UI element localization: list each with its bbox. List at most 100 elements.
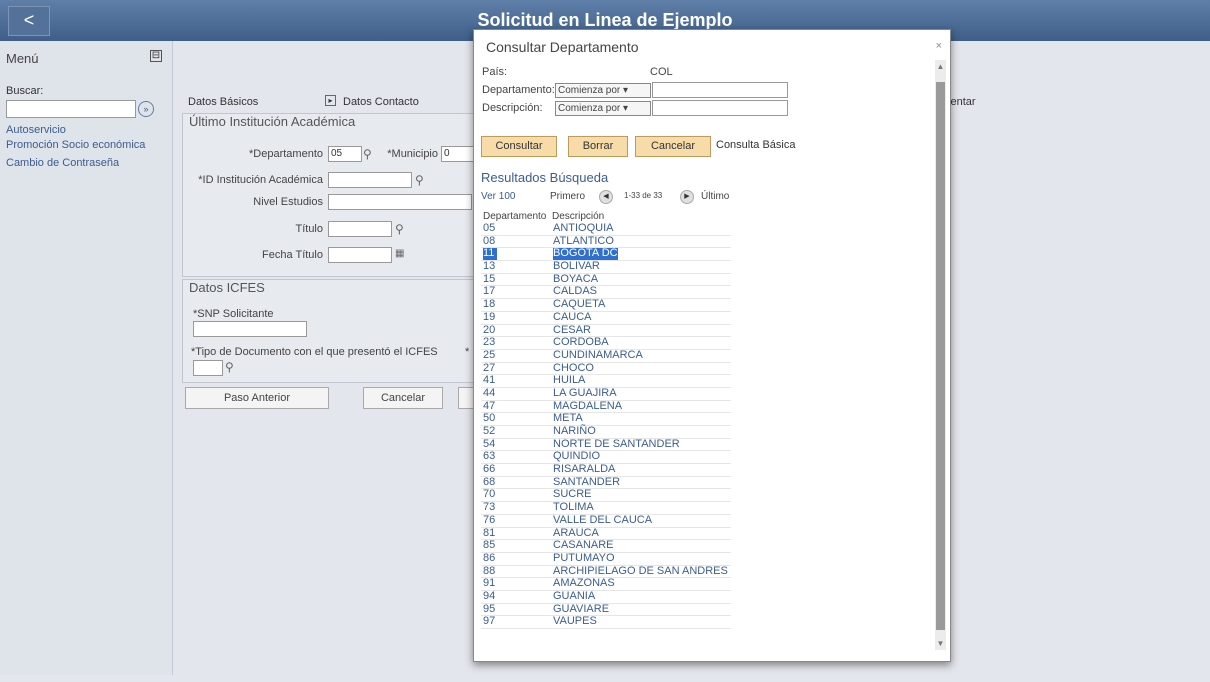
departamento-code[interactable]: 85: [483, 539, 533, 552]
table-row[interactable]: 13 BOLIVAR: [481, 260, 731, 274]
next-icon[interactable]: ▶: [680, 190, 694, 204]
departamento-code[interactable]: 50: [483, 413, 533, 425]
consulta-basica-link[interactable]: Consulta Básica: [716, 139, 796, 151]
scroll-down-icon[interactable]: ▼: [935, 639, 946, 648]
departamento-code[interactable]: 15: [483, 273, 533, 286]
departamento-name[interactable]: VAUPES: [553, 616, 597, 628]
table-row[interactable]: 70 SUCRE: [481, 489, 731, 503]
close-icon[interactable]: ×: [936, 40, 942, 52]
departamento-operator-select[interactable]: Comienza por ▾: [555, 83, 651, 98]
table-row[interactable]: 97 VAUPES: [481, 616, 731, 629]
departamento-name[interactable]: BOLIVAR: [553, 260, 600, 273]
table-row[interactable]: 27 CHOCO: [481, 362, 731, 376]
paso-anterior-button[interactable]: Paso Anterior: [185, 387, 329, 409]
dialog-scrollbar[interactable]: ▲ ▼: [935, 60, 946, 650]
departamento-code[interactable]: 81: [483, 527, 533, 540]
search-icon[interactable]: ⚲: [363, 147, 372, 161]
calendar-icon[interactable]: ▦: [395, 248, 404, 259]
tipo-documento-field[interactable]: [193, 360, 223, 376]
search-icon[interactable]: ⚲: [395, 222, 404, 236]
departamento-name[interactable]: BOYACA: [553, 273, 598, 286]
table-row[interactable]: 23 CORDOBA: [481, 336, 731, 350]
departamento-code[interactable]: 23: [483, 336, 533, 349]
departamento-name[interactable]: RISARALDA: [553, 463, 615, 476]
tab-datos-contacto[interactable]: Datos Contacto: [343, 96, 419, 108]
departamento-name[interactable]: CESAR: [553, 324, 591, 337]
table-row[interactable]: 54 NORTE DE SANTANDER: [481, 438, 731, 452]
departamento-name[interactable]: CUNDINAMARCA: [553, 349, 643, 362]
departamento-name[interactable]: CASANARE: [553, 539, 614, 552]
departamento-code[interactable]: 76: [483, 514, 533, 527]
departamento-name[interactable]: NORTE DE SANTANDER: [553, 438, 680, 451]
departamento-code[interactable]: 86: [483, 552, 533, 565]
departamento-name[interactable]: QUINDIO: [553, 451, 600, 463]
departamento-name[interactable]: CAUCA: [553, 311, 592, 324]
table-row[interactable]: 47 MAGDALENA: [481, 400, 731, 414]
nivel-field[interactable]: [328, 194, 472, 210]
departamento-code[interactable]: 54: [483, 438, 533, 451]
departamento-name[interactable]: SANTANDER: [553, 476, 620, 489]
cancelar-button[interactable]: Cancelar: [363, 387, 443, 409]
table-row[interactable]: 15 BOYACA: [481, 273, 731, 287]
departamento-code[interactable]: 70: [483, 489, 533, 501]
departamento-code[interactable]: 25: [483, 349, 533, 362]
departamento-code[interactable]: 95: [483, 603, 533, 616]
tab-arrow-icon[interactable]: ▸: [325, 95, 336, 106]
institucion-field[interactable]: [328, 172, 412, 188]
departamento-code[interactable]: 94: [483, 590, 533, 603]
departamento-code[interactable]: 11: [483, 248, 497, 261]
table-row[interactable]: 52 NARIÑO: [481, 425, 731, 439]
departamento-name[interactable]: META: [553, 413, 583, 425]
table-row[interactable]: 66 RISARALDA: [481, 463, 731, 477]
scroll-up-icon[interactable]: ▲: [935, 62, 946, 71]
titulo-field[interactable]: [328, 221, 392, 237]
departamento-code[interactable]: 08: [483, 235, 533, 248]
ver-100-link[interactable]: Ver 100: [481, 191, 515, 202]
prev-icon[interactable]: ◀: [599, 190, 613, 204]
descripcion-operator-select[interactable]: Comienza por ▾: [555, 101, 651, 116]
departamento-name[interactable]: GUANIA: [553, 590, 595, 603]
departamento-code[interactable]: 27: [483, 362, 533, 375]
cancelar-dialog-button[interactable]: Cancelar: [635, 136, 711, 157]
departamento-name[interactable]: CORDOBA: [553, 336, 609, 349]
table-row[interactable]: 76 VALLE DEL CAUCA: [481, 514, 731, 528]
departamento-code[interactable]: 97: [483, 616, 533, 628]
departamento-name[interactable]: ATLANTICO: [553, 235, 614, 248]
departamento-name[interactable]: CHOCO: [553, 362, 594, 375]
table-row[interactable]: 73 TOLIMA: [481, 501, 731, 515]
departamento-search-field[interactable]: [652, 82, 788, 98]
departamento-field[interactable]: 05: [328, 146, 362, 162]
departamento-code[interactable]: 13: [483, 260, 533, 273]
departamento-code[interactable]: 73: [483, 501, 533, 514]
departamento-name[interactable]: CALDAS: [553, 286, 597, 298]
departamento-name[interactable]: HUILA: [553, 375, 585, 387]
table-row[interactable]: 68 SANTANDER: [481, 476, 731, 490]
departamento-name[interactable]: ARCHIPIELAGO DE SAN ANDRES: [553, 565, 728, 578]
departamento-name[interactable]: ANTIOQUIA: [553, 222, 614, 235]
consultar-button[interactable]: Consultar: [481, 136, 557, 157]
table-row[interactable]: 19 CAUCA: [481, 311, 731, 325]
departamento-code[interactable]: 17: [483, 286, 533, 298]
departamento-code[interactable]: 18: [483, 298, 533, 311]
collapse-icon[interactable]: ⊟: [150, 50, 162, 62]
sidebar-item-promocion[interactable]: Promoción Socio económica: [6, 139, 145, 151]
table-row[interactable]: 94 GUANIA: [481, 590, 731, 604]
departamento-code[interactable]: 63: [483, 451, 533, 463]
departamento-name[interactable]: ARAUCA: [553, 527, 599, 540]
table-row[interactable]: 05 ANTIOQUIA: [481, 222, 731, 236]
departamento-code[interactable]: 44: [483, 387, 533, 400]
departamento-name[interactable]: LA GUAJIRA: [553, 387, 617, 400]
search-icon[interactable]: ⚲: [225, 360, 234, 374]
departamento-name[interactable]: CAQUETA: [553, 298, 605, 311]
departamento-name[interactable]: VALLE DEL CAUCA: [553, 514, 652, 527]
table-row[interactable]: 11 BOGOTA DC: [481, 248, 731, 262]
departamento-name[interactable]: BOGOTA DC: [553, 248, 618, 261]
table-row[interactable]: 18 CAQUETA: [481, 298, 731, 312]
departamento-name[interactable]: AMAZONAS: [553, 578, 615, 590]
departamento-code[interactable]: 66: [483, 463, 533, 476]
table-row[interactable]: 95 GUAVIARE: [481, 603, 731, 617]
column-header-departamento[interactable]: Departamento: [483, 211, 546, 222]
borrar-button[interactable]: Borrar: [568, 136, 628, 157]
departamento-code[interactable]: 41: [483, 375, 533, 387]
table-row[interactable]: 44 LA GUAJIRA: [481, 387, 731, 401]
